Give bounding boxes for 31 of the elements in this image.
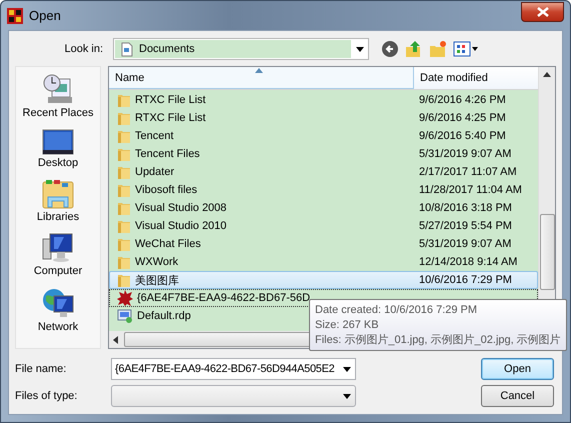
- file-name: Tencent Files: [135, 148, 200, 160]
- date-modified: 10/6/2016 7:29 PM: [419, 274, 512, 286]
- file-name: WeChat Files: [135, 238, 201, 250]
- file-name: Visual Studio 2008: [135, 202, 227, 214]
- file-name: Default.rdp: [137, 310, 191, 322]
- file-name: Vibosoft files: [135, 184, 198, 196]
- file-name: Tencent: [135, 130, 174, 142]
- file-name: RTXC File List: [135, 94, 206, 106]
- file-type-label: Files of type:: [15, 390, 78, 402]
- date-modified: 9/6/2016 4:26 PM: [419, 94, 506, 106]
- date-modified: 12/14/2018 9:14 AM: [419, 256, 518, 268]
- date-modified: 11/28/2017 11:04 AM: [419, 184, 522, 196]
- date-modified: 2/17/2017 11:07 AM: [419, 166, 517, 178]
- date-modified: 10/8/2016 3:18 PM: [419, 202, 512, 214]
- date-modified: 9/6/2016 4:25 PM: [419, 112, 506, 124]
- file-name-label: File name:: [15, 363, 68, 375]
- file-name: Visual Studio 2010: [135, 220, 227, 232]
- look-in-value: Documents: [139, 43, 195, 55]
- look-in-label: Look in:: [63, 43, 104, 55]
- date-modified: 5/27/2019 5:54 PM: [419, 220, 512, 232]
- file-name: Updater: [135, 166, 174, 178]
- tooltip-line: Files: 示例图片_01.jpg, 示例图片_02.jpg, 示例图片: [315, 333, 561, 347]
- file-name: RTXC File List: [135, 112, 206, 124]
- date-modified: 5/31/2019 9:07 AM: [419, 238, 512, 250]
- file-name: WXWork: [135, 256, 178, 268]
- date-modified: 9/6/2016 5:40 PM: [419, 130, 506, 142]
- window-title: Open: [29, 8, 62, 23]
- file-name: 美图图库: [135, 274, 179, 288]
- tooltip-line: Size: 267 KB: [315, 318, 380, 332]
- date-modified: 5/31/2019 9:07 AM: [419, 148, 512, 160]
- file-name: {6AE4F7BE-EAA9-4622-BD67-56D: [137, 292, 310, 304]
